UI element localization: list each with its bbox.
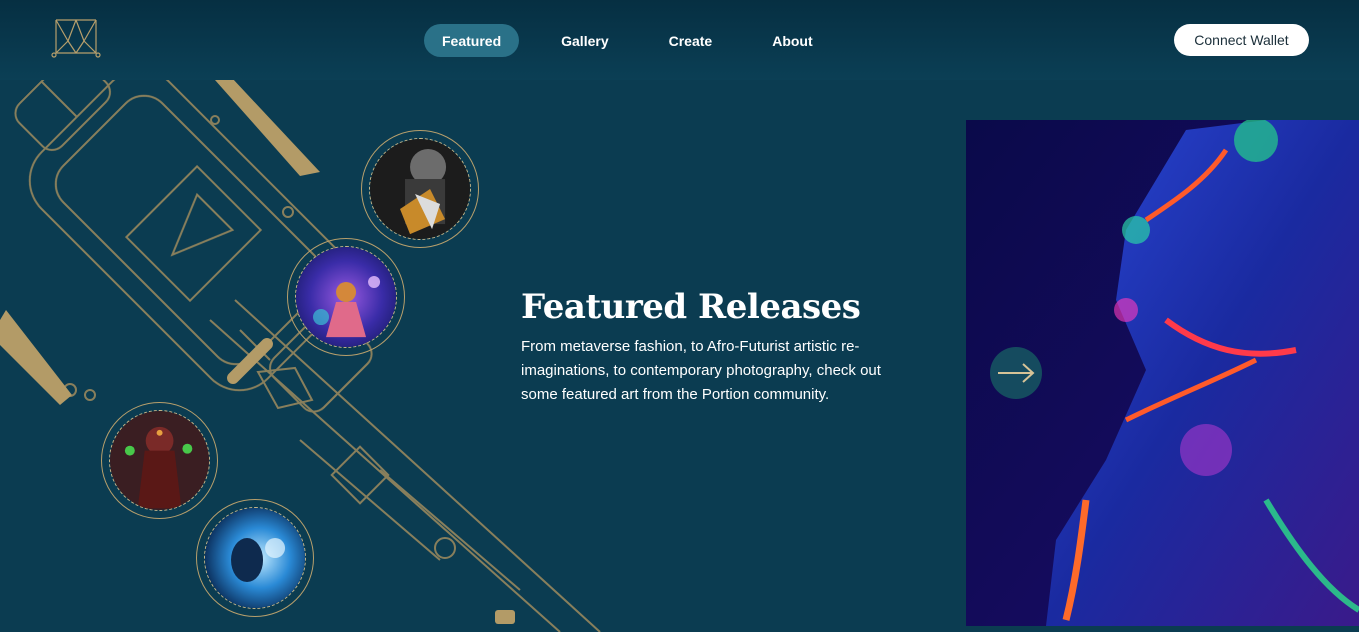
nav-gallery[interactable]: Gallery [543,24,626,57]
featured-art-circle-4[interactable] [196,499,314,617]
featured-art-circle-3[interactable] [101,402,218,519]
nav-create[interactable]: Create [651,24,731,57]
page: Featured Gallery Create About Connect Wa… [0,0,1359,632]
art-thumbnail [369,138,471,240]
hero-title: Featured Releases [521,287,861,327]
nav-featured[interactable]: Featured [424,24,520,57]
featured-art-circle-1[interactable] [361,130,479,248]
main-nav: Featured Gallery Create About [424,24,843,57]
header: Featured Gallery Create About Connect Wa… [0,0,1359,80]
art-thumbnail [295,246,397,348]
nav-about[interactable]: About [754,24,830,57]
arrow-right-icon [998,363,1035,383]
hero-section: Featured Releases From metaverse fashion… [521,287,921,407]
featured-art-circle-2[interactable] [287,238,405,356]
art-thumbnail [204,507,306,609]
connect-wallet-button[interactable]: Connect Wallet [1174,24,1309,56]
portion-logo-icon[interactable] [50,17,102,59]
next-slide-button[interactable] [990,347,1042,399]
art-thumbnail [109,410,210,511]
hero-description: From metaverse fashion, to Afro-Futurist… [521,338,881,403]
